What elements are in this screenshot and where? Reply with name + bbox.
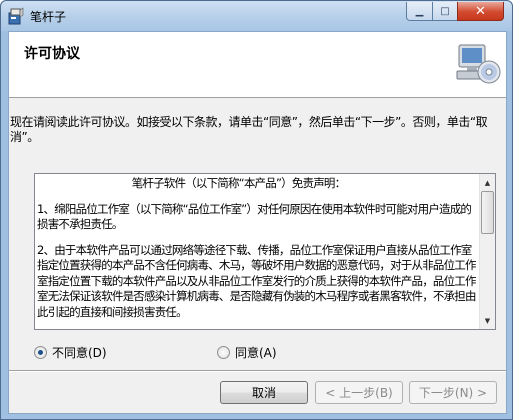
scroll-thumb[interactable] [481, 191, 494, 234]
license-textbox[interactable]: 笔杆子软件（以下简称“本产品”）免责声明： 1、绵阳品位工作室（以下简称“品位工… [34, 173, 496, 330]
window-title: 笔杆子 [30, 10, 67, 24]
title-bar[interactable]: 笔杆子 ▁ □ ✕ [1, 1, 512, 31]
license-paragraph: 2、由于本软件产品可以通过网络等途径下载、传播，品位工作室保证用户直接从品位工作… [37, 242, 477, 319]
maximize-icon: □ [440, 5, 450, 17]
app-installer-icon [8, 7, 24, 25]
maximize-button[interactable]: □ [432, 2, 458, 21]
license-title: 笔杆子软件（以下简称“本产品”）免责声明： [131, 176, 346, 190]
minimize-button[interactable]: ▁ [406, 2, 433, 21]
wizard-body: 许可协议 现在请阅读此许可协议。如接受以下条款，请单击“同意”，然后单击“下一步… [8, 31, 507, 414]
disagree-label: 不同意(D) [52, 346, 107, 360]
back-button[interactable]: < 上一步(B) [315, 381, 403, 404]
next-button[interactable]: 下一步(N) > [409, 381, 497, 404]
button-divider [9, 370, 506, 372]
cancel-button[interactable]: 取消 [220, 381, 308, 404]
wizard-header: 许可协议 [9, 32, 506, 98]
instruction-text: 现在请阅读此许可协议。如接受以下条款，请单击“同意”，然后单击“下一步”。否则，… [10, 115, 488, 144]
license-paragraph: 1、绵阳品位工作室（以下简称“品位工作室”）对任何原因在使用本软件时可能对用户造… [37, 201, 472, 232]
agree-radio[interactable] [217, 346, 230, 359]
arrow-down-icon: ▼ [484, 316, 491, 325]
license-content: 笔杆子软件（以下简称“本产品”）免责声明： 1、绵阳品位工作室（以下简称“品位工… [35, 174, 480, 329]
arrow-up-icon: ▲ [484, 178, 491, 187]
disagree-option[interactable]: 不同意(D) [34, 344, 107, 361]
scroll-up-button[interactable]: ▲ [480, 174, 495, 191]
agree-option[interactable]: 同意(A) [217, 344, 277, 361]
close-icon: ✕ [475, 3, 486, 19]
disagree-radio[interactable] [34, 346, 47, 359]
computer-cd-icon [456, 44, 501, 84]
license-scrollbar[interactable]: ▲ ▼ [479, 174, 495, 329]
close-button[interactable]: ✕ [457, 2, 504, 21]
agree-label: 同意(A) [235, 346, 277, 360]
page-title: 许可协议 [24, 46, 80, 62]
installer-window: 笔杆子 ▁ □ ✕ 许可协议 现在请阅读此许可协议。如接受以下条款，请单击“同意… [0, 0, 513, 420]
minimize-icon: ▁ [415, 5, 424, 17]
scroll-down-button[interactable]: ▼ [480, 312, 495, 329]
